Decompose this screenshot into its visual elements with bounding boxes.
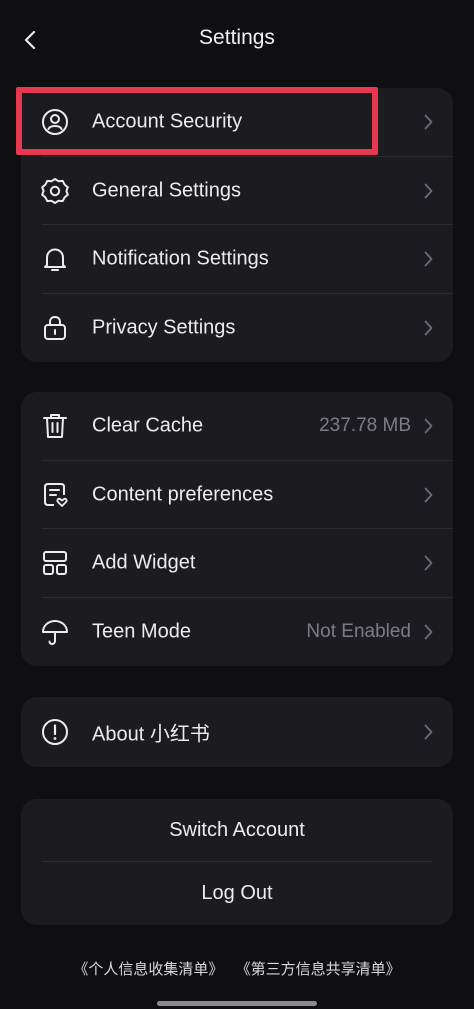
- teen-mode-label: Teen Mode: [92, 620, 191, 643]
- add-widget-label: Add Widget: [92, 551, 196, 574]
- chevron-right-icon: [421, 554, 435, 572]
- personal-info-list-link[interactable]: 《个人信息收集清单》: [73, 961, 223, 978]
- content-preferences-row[interactable]: Content preferences: [21, 461, 453, 529]
- settings-group-main: Account Security General Settings Notifi…: [21, 88, 453, 362]
- notification-settings-label: Notification Settings: [92, 247, 269, 270]
- page-title: Settings: [199, 26, 275, 49]
- teen-mode-status: Not Enabled: [306, 620, 411, 642]
- account-security-row[interactable]: Account Security: [21, 88, 453, 157]
- account-security-label: Account Security: [92, 110, 243, 133]
- chevron-right-icon: [421, 486, 435, 504]
- about-label: About 小红书: [92, 723, 210, 746]
- chevron-right-icon: [421, 113, 435, 131]
- clear-cache-row[interactable]: Clear Cache 237.78 MB: [21, 392, 453, 461]
- chevron-right-icon: [421, 182, 435, 200]
- chevron-right-icon: [421, 250, 435, 268]
- third-party-sharing-list-link[interactable]: 《第三方信息共享清单》: [236, 961, 401, 978]
- gear-icon: [40, 176, 70, 206]
- trash-icon: [40, 411, 70, 441]
- chevron-right-icon: [421, 319, 435, 337]
- chevron-right-icon: [421, 623, 435, 641]
- umbrella-icon: [40, 617, 70, 647]
- log-out-label: Log Out: [201, 882, 273, 904]
- general-settings-row[interactable]: General Settings: [21, 157, 453, 225]
- switch-account-button[interactable]: Switch Account: [21, 799, 453, 862]
- general-settings-label: General Settings: [92, 179, 241, 202]
- lock-icon: [40, 313, 70, 343]
- bell-icon: [40, 244, 70, 274]
- document-heart-icon: [40, 480, 70, 510]
- notification-settings-row[interactable]: Notification Settings: [21, 225, 453, 294]
- footer-links: 《个人信息收集清单》 《第三方信息共享清单》: [0, 958, 474, 979]
- teen-mode-row[interactable]: Teen Mode Not Enabled: [21, 598, 453, 667]
- privacy-settings-label: Privacy Settings: [92, 316, 236, 339]
- privacy-settings-row[interactable]: Privacy Settings: [21, 294, 453, 363]
- cache-size-value: 237.78 MB: [319, 415, 411, 437]
- log-out-button[interactable]: Log Out: [21, 862, 453, 925]
- widget-icon: [40, 548, 70, 578]
- settings-group-tools: Clear Cache 237.78 MB Content preference…: [21, 392, 453, 666]
- clear-cache-label: Clear Cache: [92, 414, 204, 437]
- user-circle-icon: [40, 107, 70, 137]
- settings-group-about: About 小红书: [21, 697, 453, 767]
- header: Settings: [0, 0, 474, 80]
- chevron-right-icon: [421, 417, 435, 435]
- switch-account-label: Switch Account: [169, 819, 305, 841]
- chevron-right-icon: [421, 723, 435, 741]
- about-row[interactable]: About 小红书: [21, 697, 453, 767]
- account-actions: Switch Account Log Out: [21, 799, 453, 925]
- add-widget-row[interactable]: Add Widget: [21, 529, 453, 598]
- info-icon: [40, 717, 70, 747]
- content-preferences-label: Content preferences: [92, 483, 274, 506]
- home-indicator: [157, 1001, 317, 1006]
